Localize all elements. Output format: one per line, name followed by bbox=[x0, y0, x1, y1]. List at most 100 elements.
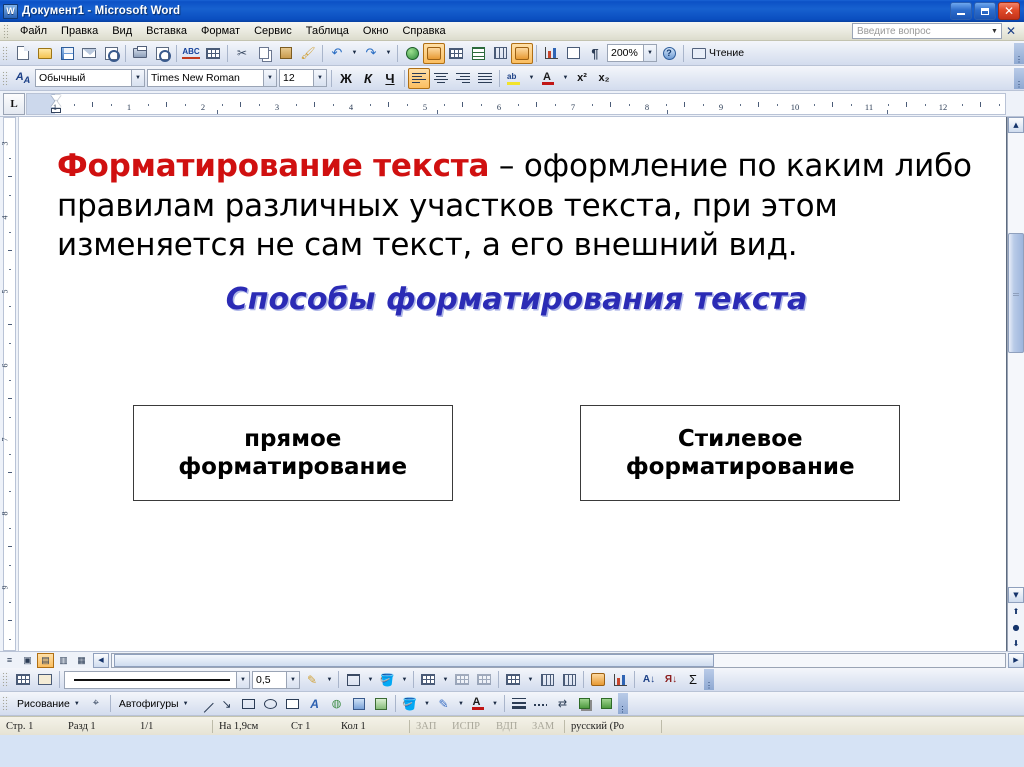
menu-table[interactable]: Таблица bbox=[299, 23, 356, 39]
menu-format[interactable]: Формат bbox=[194, 23, 247, 39]
tables-toolbar-overflow[interactable]: ⋮ bbox=[704, 669, 714, 690]
status-record-mode[interactable]: ЗАП bbox=[410, 721, 446, 732]
ruler-tab-stop[interactable] bbox=[667, 110, 668, 114]
status-track-changes[interactable]: ИСПР bbox=[446, 721, 490, 732]
align-justify-button[interactable] bbox=[474, 68, 496, 89]
show-hide-marks-button[interactable]: ¶ bbox=[584, 43, 606, 64]
view-print-layout-button[interactable]: ▤ bbox=[37, 652, 54, 668]
zoom-combo[interactable]: 200% ▼ bbox=[607, 44, 657, 62]
dash-style-button[interactable] bbox=[530, 693, 552, 714]
box-direct-formatting[interactable]: прямое форматирование bbox=[132, 405, 453, 502]
minimize-button[interactable] bbox=[950, 2, 972, 20]
distribute-columns-button[interactable] bbox=[558, 669, 580, 690]
scroll-down-button[interactable]: ▼ bbox=[1008, 587, 1024, 603]
insert-table-dropdown[interactable]: ▼ bbox=[439, 669, 451, 690]
select-browse-object-button[interactable]: ● bbox=[1008, 619, 1024, 635]
select-objects-button[interactable]: ⌖ bbox=[85, 693, 107, 714]
drawing-button[interactable] bbox=[511, 42, 533, 64]
font-dropdown-icon[interactable]: ▼ bbox=[263, 70, 276, 86]
print-button[interactable] bbox=[129, 43, 151, 64]
tables-and-borders-button[interactable] bbox=[423, 42, 445, 64]
horizontal-ruler[interactable]: 1 1 2 3 4 5 6 7 8 9 10 11 12 bbox=[26, 93, 1006, 115]
standard-toolbar-grip[interactable] bbox=[2, 45, 9, 61]
style-combo[interactable]: Обычный ▼ bbox=[35, 69, 145, 87]
split-cells-button[interactable] bbox=[473, 669, 495, 690]
insert-excel-table-button[interactable] bbox=[467, 43, 489, 64]
previous-page-button[interactable]: ⬆ bbox=[1008, 603, 1024, 619]
drawing-toolbar-overflow[interactable]: ⋮ bbox=[617, 693, 628, 714]
line-style-button[interactable] bbox=[508, 693, 530, 714]
rectangle-tool-button[interactable] bbox=[238, 693, 260, 714]
tables-toolbar-grip[interactable] bbox=[2, 672, 9, 687]
draw-table-button[interactable] bbox=[12, 669, 34, 690]
styles-and-formatting-button[interactable]: AA bbox=[12, 68, 34, 89]
menu-bar-grip[interactable] bbox=[3, 23, 10, 39]
menu-edit[interactable]: Правка bbox=[54, 23, 105, 39]
line-weight-combo[interactable]: 0,5 ▼ bbox=[252, 670, 300, 689]
3d-style-button[interactable] bbox=[596, 693, 618, 714]
horizontal-scrollbar[interactable] bbox=[111, 652, 1006, 668]
align-left-button[interactable] bbox=[408, 67, 430, 89]
status-overtype[interactable]: ЗАМ bbox=[526, 721, 564, 732]
autosum-button[interactable]: Σ bbox=[682, 669, 704, 690]
align-right-button[interactable] bbox=[452, 68, 474, 89]
help-button[interactable]: ? bbox=[658, 43, 680, 64]
line-tool-button[interactable] bbox=[194, 693, 216, 714]
new-document-button[interactable] bbox=[12, 43, 34, 64]
cell-align-dropdown[interactable]: ▼ bbox=[524, 669, 536, 690]
print-preview-button[interactable] bbox=[151, 43, 173, 64]
font-size-combo[interactable]: 12 ▼ bbox=[279, 69, 327, 87]
view-normal-button[interactable]: ≡ bbox=[1, 653, 18, 668]
ask-a-question-box[interactable]: Введите вопрос ▼ bbox=[851, 23, 1002, 39]
drawing-font-color-dropdown[interactable]: ▼ bbox=[489, 693, 501, 714]
shading-color-button[interactable]: 🪣 bbox=[376, 669, 398, 690]
menu-insert[interactable]: Вставка bbox=[139, 23, 194, 39]
align-center-button[interactable] bbox=[430, 68, 452, 89]
oval-tool-button[interactable] bbox=[260, 693, 282, 714]
sort-ascending-button[interactable]: A↓ bbox=[638, 669, 660, 690]
cut-button[interactable]: ✂ bbox=[231, 43, 253, 64]
font-color-button[interactable] bbox=[537, 68, 559, 89]
text-direction-button[interactable] bbox=[609, 669, 631, 690]
spelling-button[interactable]: ABC bbox=[180, 43, 202, 64]
document-map-button[interactable] bbox=[540, 43, 562, 64]
view-outline-button[interactable]: ▥ bbox=[55, 653, 72, 668]
highlight-dropdown[interactable]: ▼ bbox=[525, 68, 537, 89]
text-box-button[interactable] bbox=[282, 693, 304, 714]
fill-color-button[interactable]: 🪣 bbox=[399, 693, 421, 714]
drawing-toolbar-grip[interactable] bbox=[2, 696, 9, 711]
ruler-tab-stop[interactable] bbox=[437, 110, 438, 114]
line-color-dropdown[interactable]: ▼ bbox=[455, 693, 467, 714]
subscript-button[interactable]: x₂ bbox=[593, 68, 615, 89]
bold-button[interactable]: Ж bbox=[335, 68, 357, 89]
drawing-font-color-button[interactable] bbox=[467, 693, 489, 714]
open-button[interactable] bbox=[34, 43, 56, 64]
superscript-button[interactable]: x² bbox=[571, 68, 593, 89]
subtitle-methods[interactable]: Способы форматирования текста bbox=[57, 282, 976, 317]
fill-color-dropdown[interactable]: ▼ bbox=[421, 693, 433, 714]
drawing-menu-button[interactable]: Рисование ▼ bbox=[12, 698, 85, 710]
scroll-up-button[interactable]: ▲ bbox=[1008, 117, 1024, 133]
border-color-dropdown[interactable]: ▼ bbox=[323, 669, 335, 690]
ask-close-icon[interactable]: ✕ bbox=[1002, 24, 1020, 38]
vertical-scroll-track[interactable] bbox=[1008, 133, 1024, 587]
style-dropdown-icon[interactable]: ▼ bbox=[131, 70, 144, 86]
hyperlink-button[interactable] bbox=[401, 43, 423, 64]
menu-window[interactable]: Окно bbox=[356, 23, 396, 39]
underline-button[interactable]: Ч bbox=[379, 68, 401, 89]
borders-dropdown[interactable]: ▼ bbox=[364, 669, 376, 690]
cell-align-button[interactable] bbox=[502, 669, 524, 690]
border-color-button[interactable]: ✎ bbox=[301, 669, 323, 690]
wordart-button[interactable]: A bbox=[304, 693, 326, 714]
next-page-button[interactable]: ⬇ bbox=[1008, 635, 1024, 651]
sort-descending-button[interactable]: Я↓ bbox=[660, 669, 682, 690]
scroll-right-button[interactable]: ▶ bbox=[1008, 652, 1024, 668]
undo-button[interactable]: ↶ bbox=[326, 43, 348, 64]
font-combo[interactable]: Times New Roman ▼ bbox=[147, 69, 277, 87]
menu-view[interactable]: Вид bbox=[105, 23, 139, 39]
insert-table-button[interactable] bbox=[445, 43, 467, 64]
research-button[interactable] bbox=[202, 43, 224, 64]
redo-dropdown[interactable]: ▼ bbox=[382, 43, 394, 64]
shadow-style-button[interactable] bbox=[574, 693, 596, 714]
vertical-ruler[interactable]: 3 4 5 6 7 8 9 bbox=[0, 117, 19, 651]
